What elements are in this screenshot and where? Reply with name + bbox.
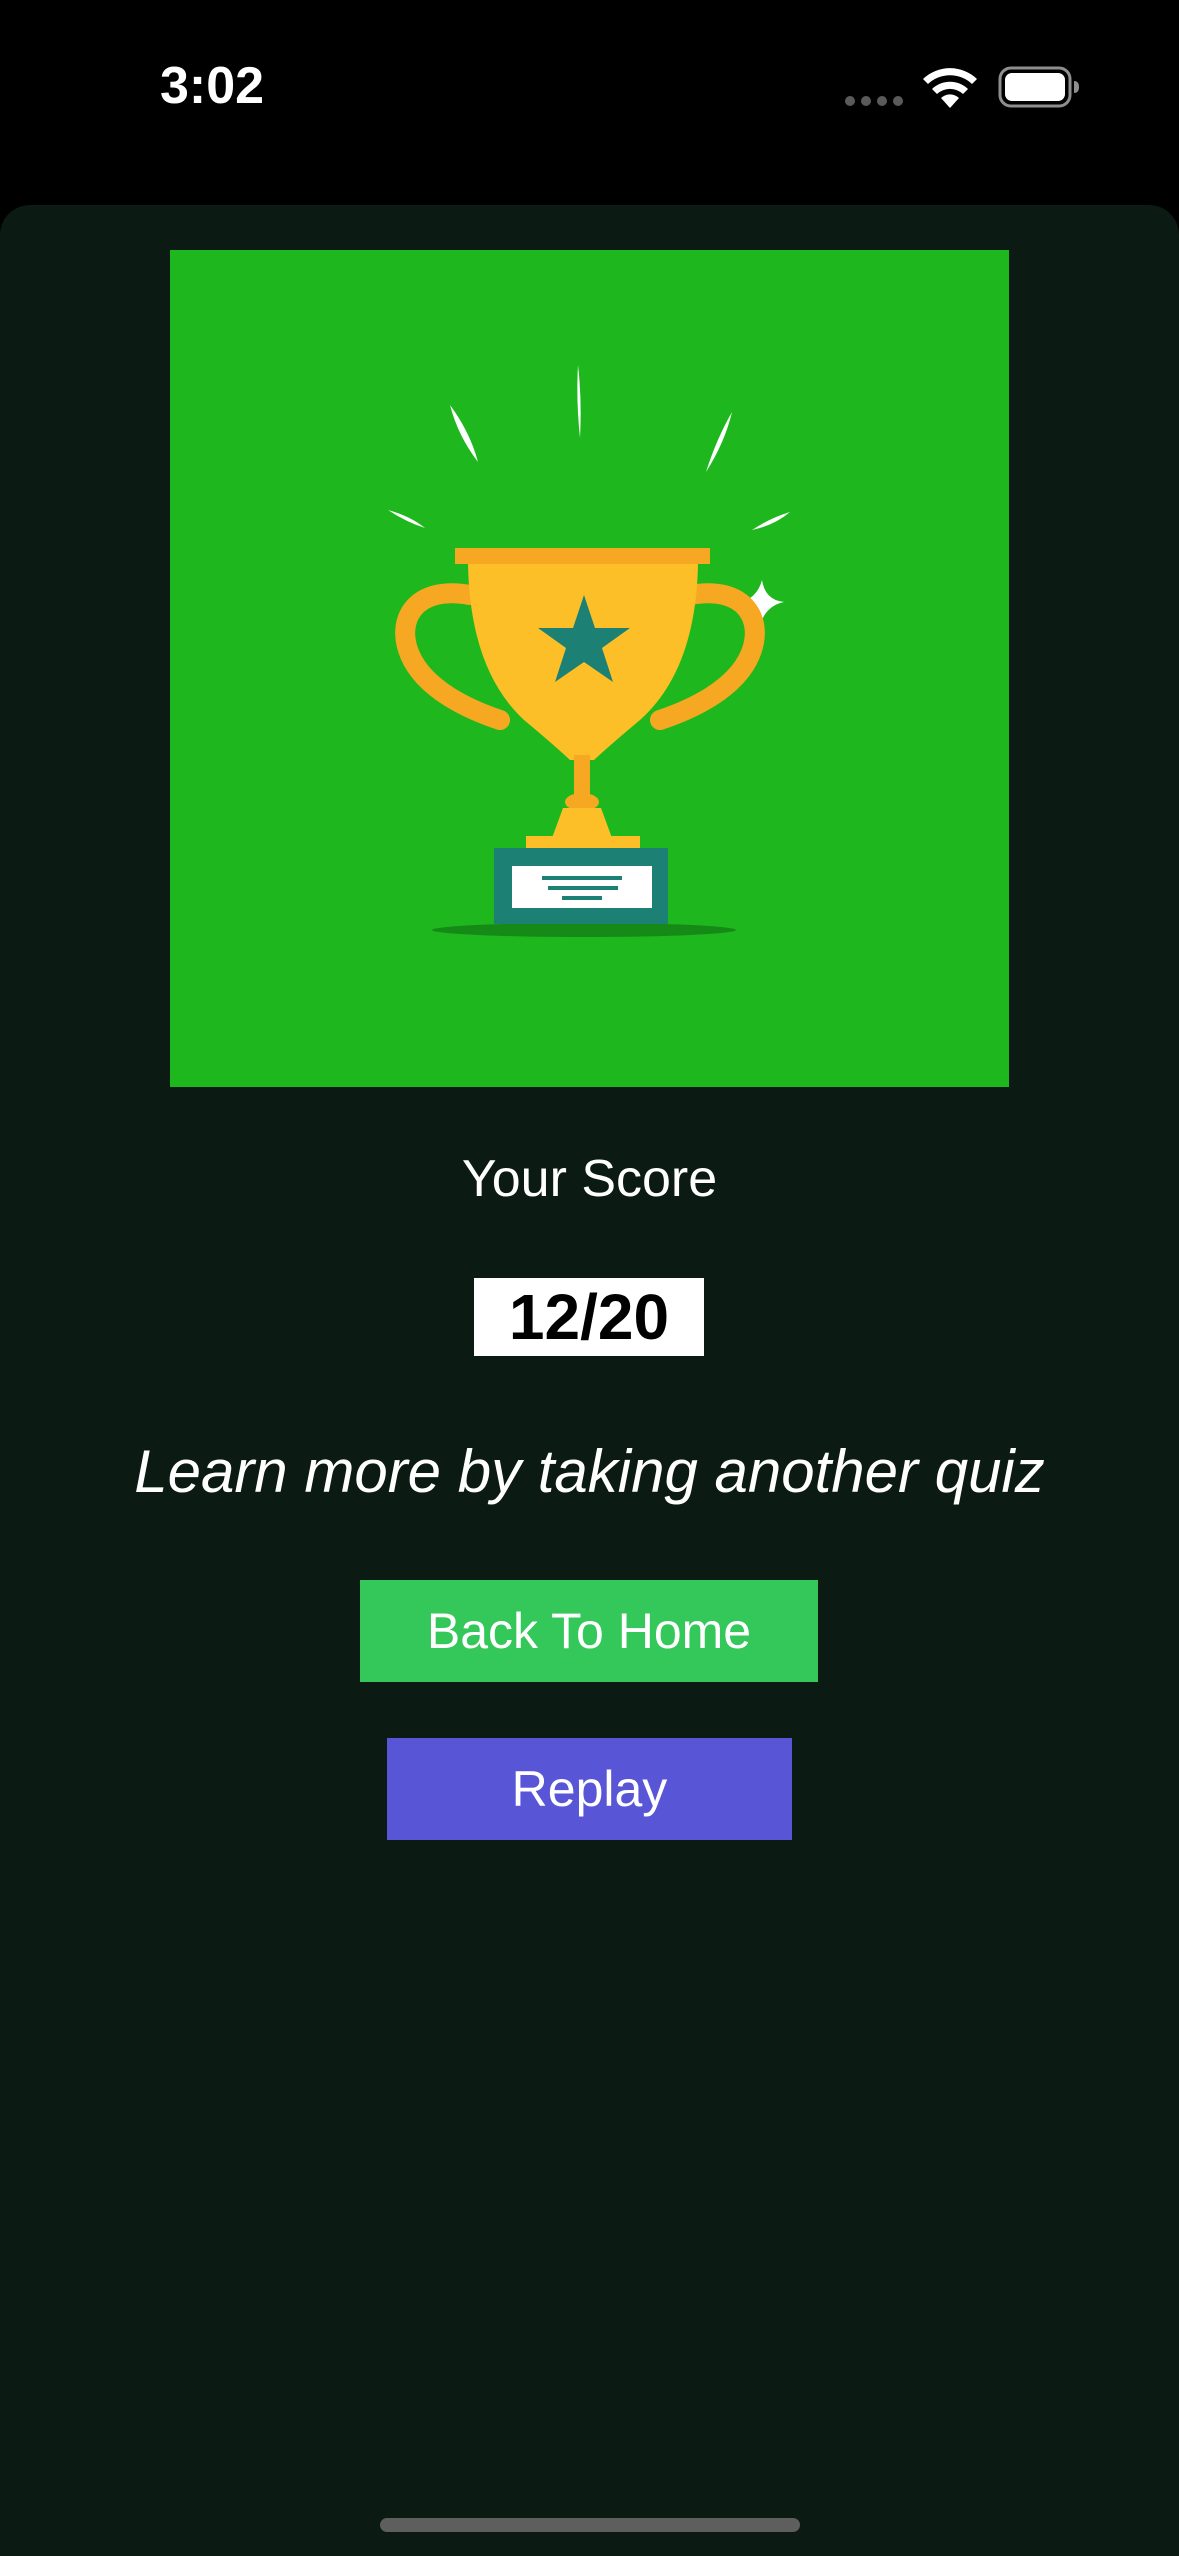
back-to-home-button[interactable]: Back To Home: [360, 1580, 818, 1682]
score-value: 12/20: [474, 1278, 704, 1356]
trophy-icon: [388, 365, 790, 937]
replay-button[interactable]: Replay: [387, 1738, 792, 1840]
status-bar: 3:02: [0, 0, 1179, 205]
status-time: 3:02: [160, 57, 265, 115]
trophy-illustration: [170, 250, 1009, 1087]
encouragement-message: Learn more by taking another quiz: [134, 1438, 1045, 1505]
score-label: Your Score: [461, 1150, 718, 1208]
battery-icon: [998, 66, 1079, 108]
wifi-icon: [923, 68, 977, 108]
cellular-signal-icon: [845, 96, 905, 106]
home-indicator[interactable]: [380, 2518, 800, 2532]
